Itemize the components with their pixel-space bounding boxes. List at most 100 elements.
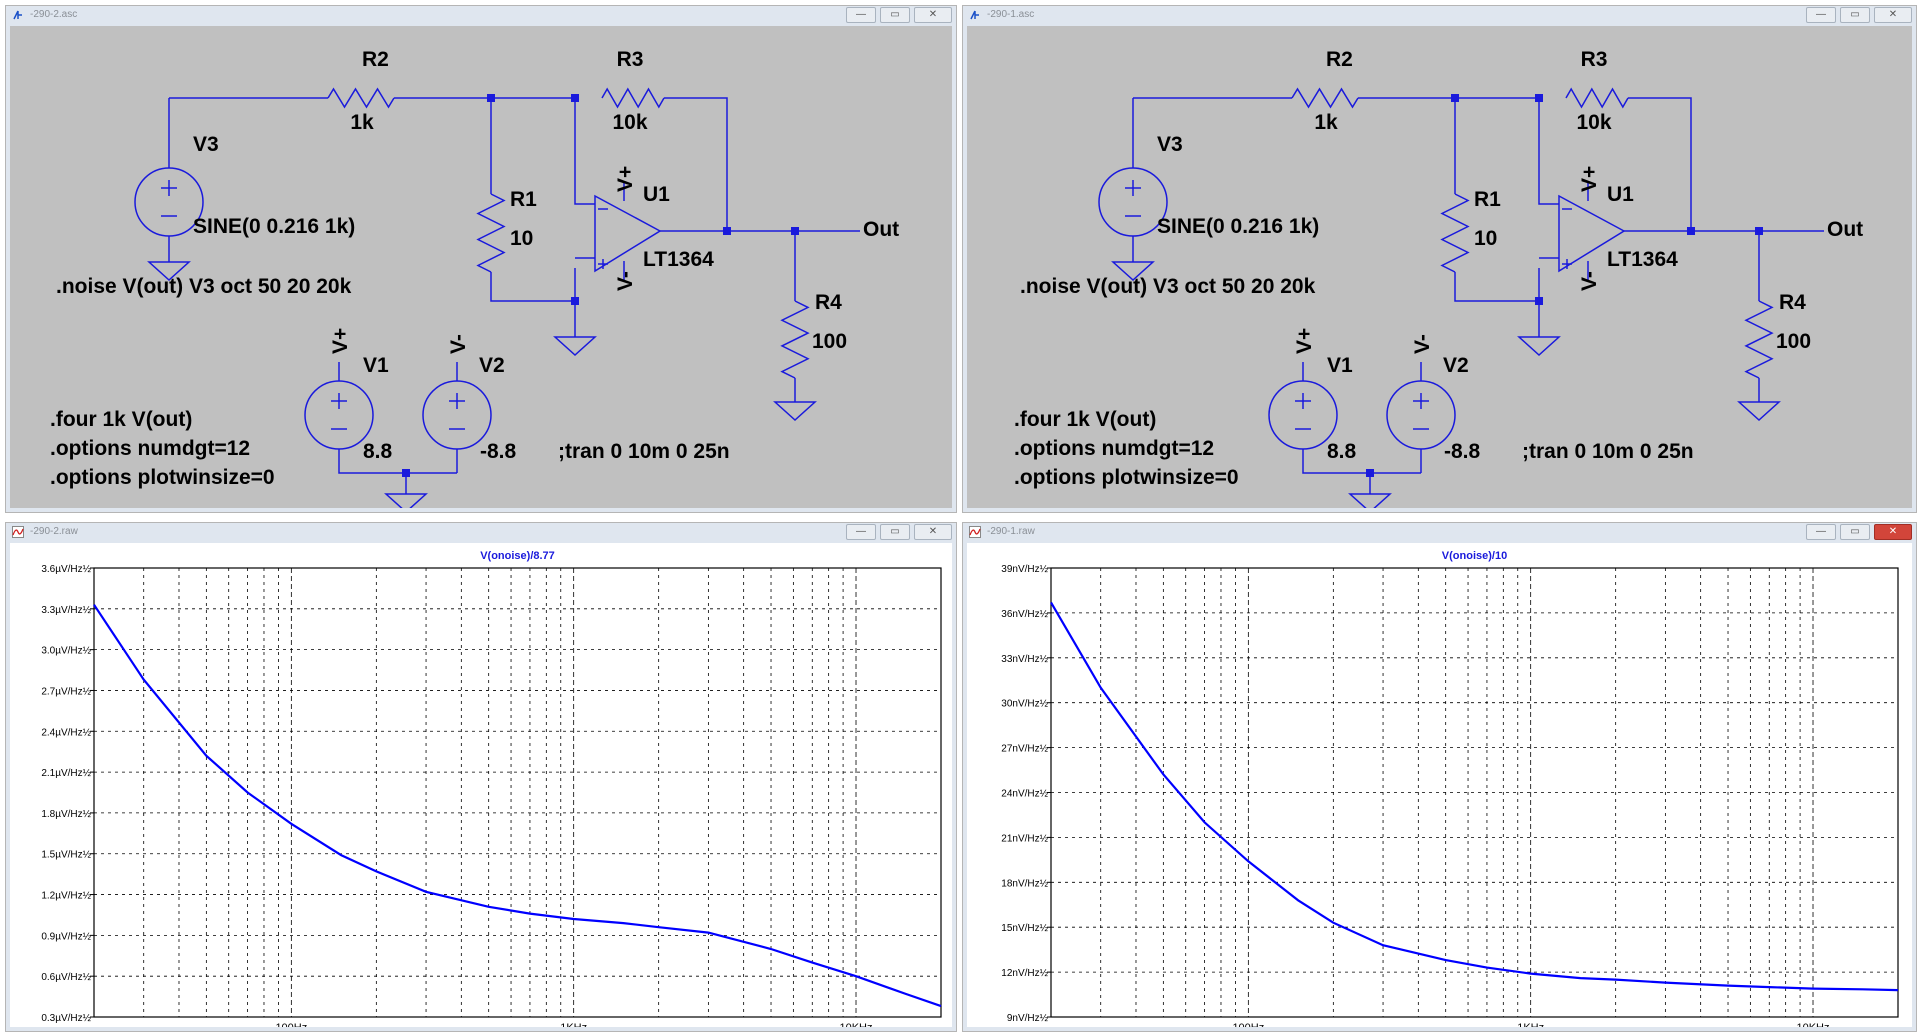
value-r1: 10 [1474, 227, 1497, 250]
net-label-out: Out [1827, 218, 1863, 241]
spice-directive-numdgt: .options numdgt=12 [1014, 437, 1214, 460]
y-tick-label: 1.2µV/Hz½ [41, 891, 91, 902]
schematic-app-icon [13, 10, 22, 20]
resistor-symbol [1744, 300, 1774, 379]
y-tick-label: 1.5µV/Hz½ [41, 850, 91, 861]
value-v1: 8.8 [363, 440, 393, 463]
ground-symbol [1737, 401, 1781, 422]
value-r2: 1k [1314, 111, 1338, 134]
ground-symbol [1517, 336, 1561, 357]
trace-title: V(onoise)/8.77 [480, 550, 555, 562]
x-tick-label: 100Hz [1232, 1022, 1264, 1027]
y-tick-label: 21nV/Hz½ [1001, 833, 1048, 844]
polarity-marks [449, 393, 465, 430]
resistor-symbol [476, 193, 506, 273]
spice-directive-four: .four 1k V(out) [50, 408, 192, 431]
spice-directive-four: .four 1k V(out) [1014, 408, 1156, 431]
label-r4: R4 [815, 291, 842, 314]
restore-button[interactable]: ▭ [880, 524, 910, 540]
spice-directive-numdgt: .options numdgt=12 [50, 437, 250, 460]
close-button[interactable]: ✕ [1874, 7, 1912, 23]
schematic-canvas[interactable]: R2 1k R3 10k R1 10 R4 100 V3 SINE(0 0.216 1k) U1 LT… [967, 26, 1912, 508]
y-tick-label: 2.4µV/Hz½ [41, 727, 91, 738]
label-v1: V1 [1327, 354, 1353, 377]
minimize-button[interactable]: — [1806, 7, 1836, 23]
wire [490, 272, 575, 302]
plot-window-left: -290-2.raw — ▭ ✕ 3.6µV/Hz½ 3.3µV/Hz½ 3.0µV… [5, 522, 957, 1032]
close-button[interactable]: ✕ [914, 524, 952, 540]
window-title: -290-1.raw [987, 526, 1035, 537]
polarity-marks [1413, 393, 1429, 430]
schematic-canvas[interactable]: R2 1k R3 10k R1 10 R4 100 V3 SINE(0 0.216 1k) U1 LT… [10, 26, 952, 508]
label-v3: V3 [193, 133, 219, 156]
y-tick-label: 9nV/Hz½ [1007, 1013, 1049, 1024]
minimize-button[interactable]: — [846, 524, 876, 540]
value-r3: 10k [612, 111, 647, 134]
y-tick-label: 12nV/Hz½ [1001, 968, 1048, 979]
y-tick-label: 36nV/Hz½ [1001, 609, 1048, 620]
value-v3: SINE(0 0.216 1k) [193, 215, 355, 238]
restore-button[interactable]: ▭ [880, 7, 910, 23]
restore-icon: ▭ [890, 9, 900, 20]
spice-directive-plotwinsize: .options plotwinsize=0 [1014, 466, 1239, 489]
label-vplus-pin: V+ [614, 166, 637, 192]
noise-plot[interactable]: 3.6µV/Hz½ 3.3µV/Hz½ 3.0µV/Hz½ 2.7µV/Hz½ 2.4µ… [10, 543, 952, 1027]
junction-dot [1451, 94, 1459, 102]
close-button[interactable]: ✕ [1874, 524, 1912, 540]
close-icon: ✕ [1888, 526, 1898, 537]
x-tick-label: 1KHz [560, 1022, 587, 1027]
y-tick-label: 3.3µV/Hz½ [41, 605, 91, 616]
spice-directive-noise: .noise V(out) V3 oct 50 20 20k [56, 275, 352, 298]
label-r1: R1 [510, 188, 537, 211]
title-bar[interactable]: -290-2.raw — ▭ ✕ [6, 523, 956, 542]
plot-canvas[interactable]: 39nV/Hz½ 36nV/Hz½ 33nV/Hz½ 30nV/Hz½ 27nV/Hz½… [967, 543, 1912, 1027]
window-title: -290-2.asc [30, 9, 78, 20]
plot-canvas[interactable]: 3.6µV/Hz½ 3.3µV/Hz½ 3.0µV/Hz½ 2.7µV/Hz½ 2.4µ… [10, 543, 952, 1027]
wire [338, 449, 457, 474]
title-bar[interactable]: -290-2.asc — ▭ ✕ [6, 6, 956, 25]
junction-dot [1535, 94, 1543, 102]
minimize-icon: — [856, 526, 866, 537]
label-r2: R2 [1326, 48, 1353, 71]
plot-frame [93, 567, 942, 1018]
schematic-drawing[interactable]: R2 1k R3 10k R1 10 R4 100 V3 SINE(0 0.216 1k) U1 LT… [10, 26, 952, 508]
restore-icon: ▭ [890, 526, 900, 537]
title-bar[interactable]: -290-1.raw — ▭ ✕ [963, 523, 1916, 542]
y-tick-label: 0.6µV/Hz½ [41, 972, 91, 983]
label-v2-pin: V- [447, 334, 470, 354]
label-r3: R3 [617, 48, 644, 71]
label-opamp-model: LT1364 [1607, 248, 1678, 271]
junction-dot [1366, 469, 1374, 477]
y-tick-label: 24nV/Hz½ [1001, 789, 1048, 800]
label-r2: R2 [362, 48, 389, 71]
minimize-button[interactable]: — [846, 7, 876, 23]
y-tick-label: 27nV/Hz½ [1001, 744, 1048, 755]
y-tick-label: 39nV/Hz½ [1001, 564, 1048, 575]
value-r1: 10 [510, 227, 533, 250]
value-r4: 100 [1776, 330, 1811, 353]
schematic-drawing[interactable]: R2 1k R3 10k R1 10 R4 100 V3 SINE(0 0.216 1k) U1 LT… [967, 26, 1912, 508]
close-button[interactable]: ✕ [914, 7, 952, 23]
value-v2: -8.8 [1444, 440, 1481, 463]
restore-button[interactable]: ▭ [1840, 524, 1870, 540]
wire [1454, 272, 1539, 302]
label-v2: V2 [479, 354, 505, 377]
label-u1: U1 [1607, 183, 1634, 206]
resistor-symbol [1565, 87, 1629, 109]
resistor-symbol [780, 300, 810, 379]
close-icon: ✕ [1888, 9, 1898, 20]
label-v1: V1 [363, 354, 389, 377]
junction-dot [487, 94, 495, 102]
y-tick-label: 15nV/Hz½ [1001, 923, 1048, 934]
minimize-button[interactable]: — [1806, 524, 1836, 540]
wire [1302, 449, 1421, 474]
restore-button[interactable]: ▭ [1840, 7, 1870, 23]
junction-dot [571, 297, 579, 305]
noise-plot[interactable]: 39nV/Hz½ 36nV/Hz½ 33nV/Hz½ 30nV/Hz½ 27nV/Hz½… [967, 543, 1912, 1027]
schematic-window-right: -290-1.asc — ▭ ✕ R2 1k R3 10k R1 10 R4 100 V3 SIN… [962, 5, 1917, 513]
title-bar[interactable]: -290-1.asc — ▭ ✕ [963, 6, 1916, 25]
resistor-symbol [1291, 87, 1359, 109]
y-tick-label: 2.7µV/Hz½ [41, 686, 91, 697]
label-opamp-model: LT1364 [643, 248, 714, 271]
close-icon: ✕ [928, 9, 938, 20]
